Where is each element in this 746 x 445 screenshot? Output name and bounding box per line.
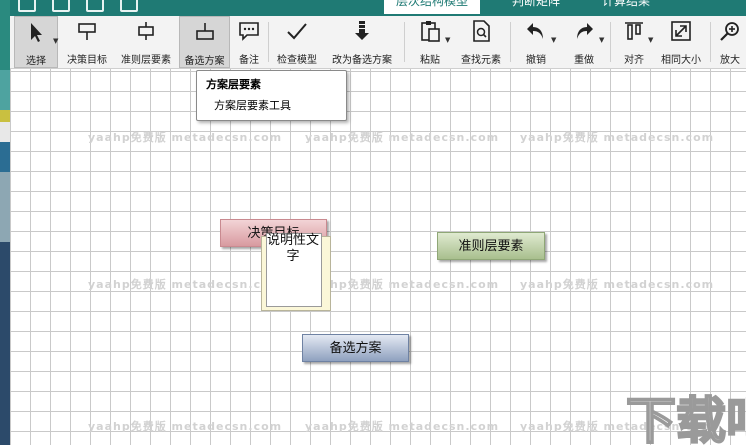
site-logo: 下载吧	[625, 391, 746, 445]
ribbon-separator	[510, 22, 511, 62]
chevron-down-icon: ▼	[53, 37, 59, 45]
home-icon[interactable]	[18, 0, 36, 12]
zoom-in-button[interactable]: 放大	[714, 16, 746, 68]
strip-segment	[0, 142, 10, 172]
ribbon-separator	[610, 22, 611, 62]
strip-segment	[0, 242, 10, 445]
strip-segment	[0, 122, 10, 142]
check-model-button-label: 检查模型	[277, 55, 317, 66]
criteria-button-label: 准则层要素	[121, 55, 171, 66]
svg-text:下载吧: 下载吧	[626, 392, 746, 445]
redo-button-label: 重做	[574, 55, 594, 66]
comment-icon	[239, 22, 259, 41]
zoom-in-button-label: 放大	[720, 55, 740, 66]
chevron-down-icon: ▼	[445, 36, 451, 44]
alternative-button-label: 备选方案	[184, 56, 225, 67]
align-button[interactable]: ▼ 对齐	[614, 16, 654, 68]
ribbon-separator	[710, 22, 711, 62]
tooltip-title: 方案层要素	[206, 78, 261, 91]
find-element-button-label: 查找元素	[461, 55, 501, 66]
watermark: yaahp免费版 metadecsn.com	[88, 278, 283, 291]
ribbon-separator	[268, 22, 269, 62]
undo-icon	[527, 23, 543, 39]
title-bar: 层次结构模型 判断矩阵 计算结果	[10, 0, 746, 16]
chevron-down-icon: ▼	[551, 36, 557, 44]
strip-segment	[0, 172, 10, 242]
watermark: yaahp免费版 metadecsn.com	[88, 420, 283, 433]
strip-segment	[0, 0, 10, 70]
change-to-alternative-button[interactable]: 改为备选方案	[326, 16, 398, 68]
left-sidebar-strip	[0, 0, 10, 445]
undo-button[interactable]: ▼ 撤销	[514, 16, 558, 68]
tooltip-description: 方案层要素工具	[214, 99, 291, 112]
alternative-node-icon	[195, 23, 214, 40]
arrow-down-icon	[355, 21, 369, 40]
ribbon-separator	[404, 22, 405, 62]
tooltip: 方案层要素 方案层要素工具	[196, 70, 347, 121]
watermark: yaahp免费版 metadecsn.com	[305, 420, 500, 433]
select-button[interactable]: ▼ 选择	[14, 16, 58, 68]
checkmark-icon	[287, 23, 307, 40]
strip-segment	[0, 110, 10, 122]
undo-button-label: 撤销	[526, 55, 546, 66]
resize-icon	[671, 21, 691, 41]
goal-button-label: 决策目标	[67, 55, 107, 66]
criteria-button[interactable]: 准则层要素	[114, 16, 178, 68]
toolbar-ribbon: ▼ 选择 决策目标 准则层要素 备选方案 备注 检查模型 改为备选方案 ▼ 粘贴…	[10, 16, 746, 69]
criteria-node[interactable]: 准则层要素	[437, 232, 545, 260]
check-model-button[interactable]: 检查模型	[272, 16, 322, 68]
align-top-icon	[625, 22, 643, 40]
paste-button[interactable]: ▼ 粘贴	[408, 16, 452, 68]
clipboard-icon	[421, 21, 440, 42]
same-size-button[interactable]: 相同大小	[656, 16, 706, 68]
watermark: yaahp免费版 metadecsn.com	[305, 278, 500, 291]
save-icon[interactable]	[120, 0, 138, 12]
tab-results[interactable]: 计算结果	[590, 0, 662, 14]
cursor-icon	[31, 23, 42, 42]
redo-icon	[577, 23, 593, 39]
change-to-alternative-button-label: 改为备选方案	[332, 55, 392, 66]
find-element-button[interactable]: 查找元素	[456, 16, 506, 68]
paste-button-label: 粘贴	[420, 55, 440, 66]
chevron-down-icon: ▼	[599, 36, 605, 44]
chevron-down-icon: ▼	[648, 36, 654, 44]
open-file-icon[interactable]	[86, 0, 104, 12]
note-text: 说明性文字	[266, 233, 319, 264]
criteria-node-icon	[138, 22, 154, 40]
note-button-label: 备注	[239, 55, 259, 66]
select-button-label: 选择	[26, 56, 46, 67]
zoom-in-icon	[720, 22, 739, 41]
redo-button[interactable]: ▼ 重做	[562, 16, 606, 68]
watermark: yaahp免费版 metadecsn.com	[88, 131, 283, 144]
alternative-button[interactable]: 备选方案	[179, 16, 230, 68]
align-button-label: 对齐	[624, 55, 644, 66]
same-size-button-label: 相同大小	[661, 55, 701, 66]
strip-segment	[0, 70, 10, 110]
goal-node-icon	[78, 23, 96, 40]
alternative-node[interactable]: 备选方案	[302, 334, 409, 362]
watermark: yaahp免费版 metadecsn.com	[305, 131, 500, 144]
watermark: yaahp免费版 metadecsn.com	[520, 278, 715, 291]
note-button[interactable]: 备注	[232, 16, 266, 68]
goal-button[interactable]: 决策目标	[62, 16, 112, 68]
search-document-icon	[473, 20, 490, 42]
new-file-icon[interactable]	[52, 0, 70, 12]
tab-judgment-matrix[interactable]: 判断矩阵	[500, 0, 572, 14]
tab-hierarchy-model[interactable]: 层次结构模型	[384, 0, 481, 14]
watermark: yaahp免费版 metadecsn.com	[520, 131, 715, 144]
